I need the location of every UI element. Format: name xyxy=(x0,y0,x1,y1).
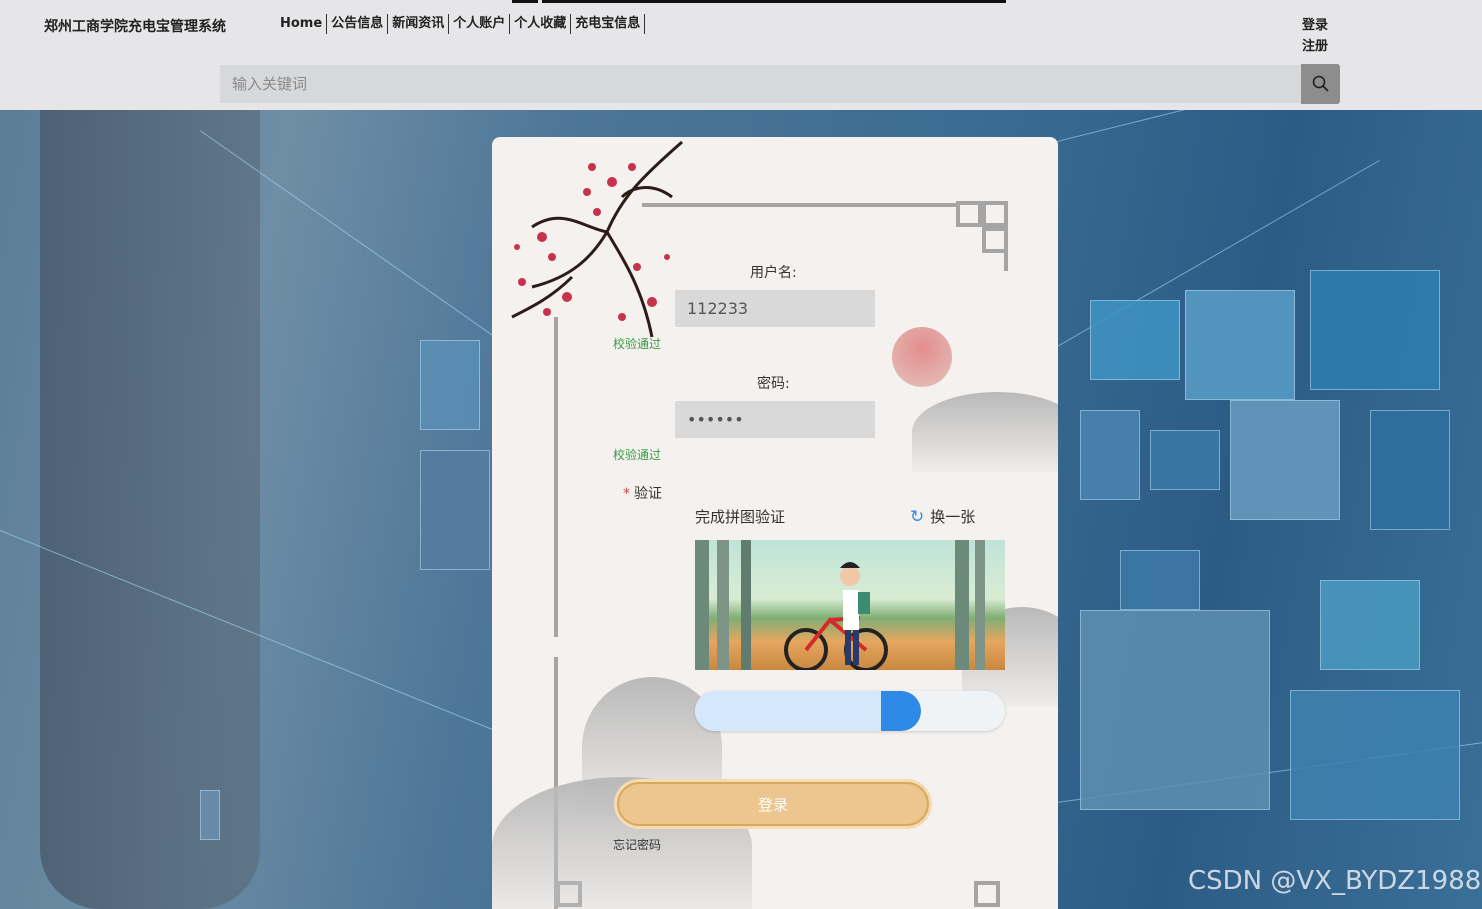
register-link[interactable]: 注册 xyxy=(1302,36,1328,57)
top-border xyxy=(0,0,1482,3)
frame-left xyxy=(554,317,558,637)
background-chair xyxy=(40,110,260,909)
nav-news[interactable]: 新闻资讯 xyxy=(388,14,450,34)
captcha-refresh-button[interactable]: ↻ 换一张 xyxy=(910,506,975,527)
search-button[interactable] xyxy=(1301,64,1340,104)
verify-label: * 验证 xyxy=(623,486,662,502)
login-link[interactable]: 登录 xyxy=(1302,15,1328,36)
username-label: 用户名: xyxy=(750,265,797,281)
header: 郑州工商学院充电宝管理系统 Home 公告信息 新闻资讯 个人账户 个人收藏 充… xyxy=(0,0,1482,110)
auth-links: 登录 注册 xyxy=(1302,15,1328,57)
username-status: 校验通过 xyxy=(613,337,662,351)
nav-account[interactable]: 个人账户 xyxy=(449,14,511,34)
plum-blossom-decoration xyxy=(511,140,683,338)
red-sun-decoration xyxy=(892,327,952,387)
forgot-password-link[interactable]: 忘记密码 xyxy=(613,836,661,853)
nav-favorites[interactable]: 个人收藏 xyxy=(510,14,572,34)
login-card: 用户名: 校验通过 密码: 校验通过 *验证 完成拼图验证 ↻ 换一张 xyxy=(492,137,1058,909)
username-input[interactable] xyxy=(675,290,875,327)
captcha-refresh-label: 换一张 xyxy=(930,508,976,526)
nav-home[interactable]: Home xyxy=(276,14,328,34)
captcha-puzzle-image xyxy=(695,540,1005,670)
watermark: CSDN @VX_BYDZ1988 xyxy=(1188,866,1482,896)
password-input[interactable] xyxy=(675,401,875,438)
frame-corner-ornament xyxy=(956,201,1008,271)
password-status: 校验通过 xyxy=(613,448,662,462)
search-input[interactable] xyxy=(220,65,1301,103)
login-submit-button[interactable]: 登录 xyxy=(617,782,929,826)
captcha-slider[interactable] xyxy=(695,691,1005,731)
nav-powerbank-info[interactable]: 充电宝信息 xyxy=(571,14,646,34)
password-label: 密码: xyxy=(757,376,790,392)
site-title: 郑州工商学院充电宝管理系统 xyxy=(44,19,226,35)
nav-announcements[interactable]: 公告信息 xyxy=(327,14,389,34)
slider-track-fill xyxy=(695,691,900,731)
search-icon xyxy=(1312,75,1329,92)
main-nav: Home 公告信息 新闻资讯 个人账户 个人收藏 充电宝信息 xyxy=(276,14,646,34)
mountain-decoration xyxy=(912,392,1058,472)
captcha-illustration xyxy=(695,540,985,670)
required-asterisk: * xyxy=(623,486,630,502)
captcha-title: 完成拼图验证 xyxy=(695,508,786,526)
frame-corner-ornament-bottom xyxy=(974,881,1000,907)
refresh-icon: ↻ xyxy=(910,506,925,527)
slider-handle[interactable] xyxy=(881,691,921,731)
